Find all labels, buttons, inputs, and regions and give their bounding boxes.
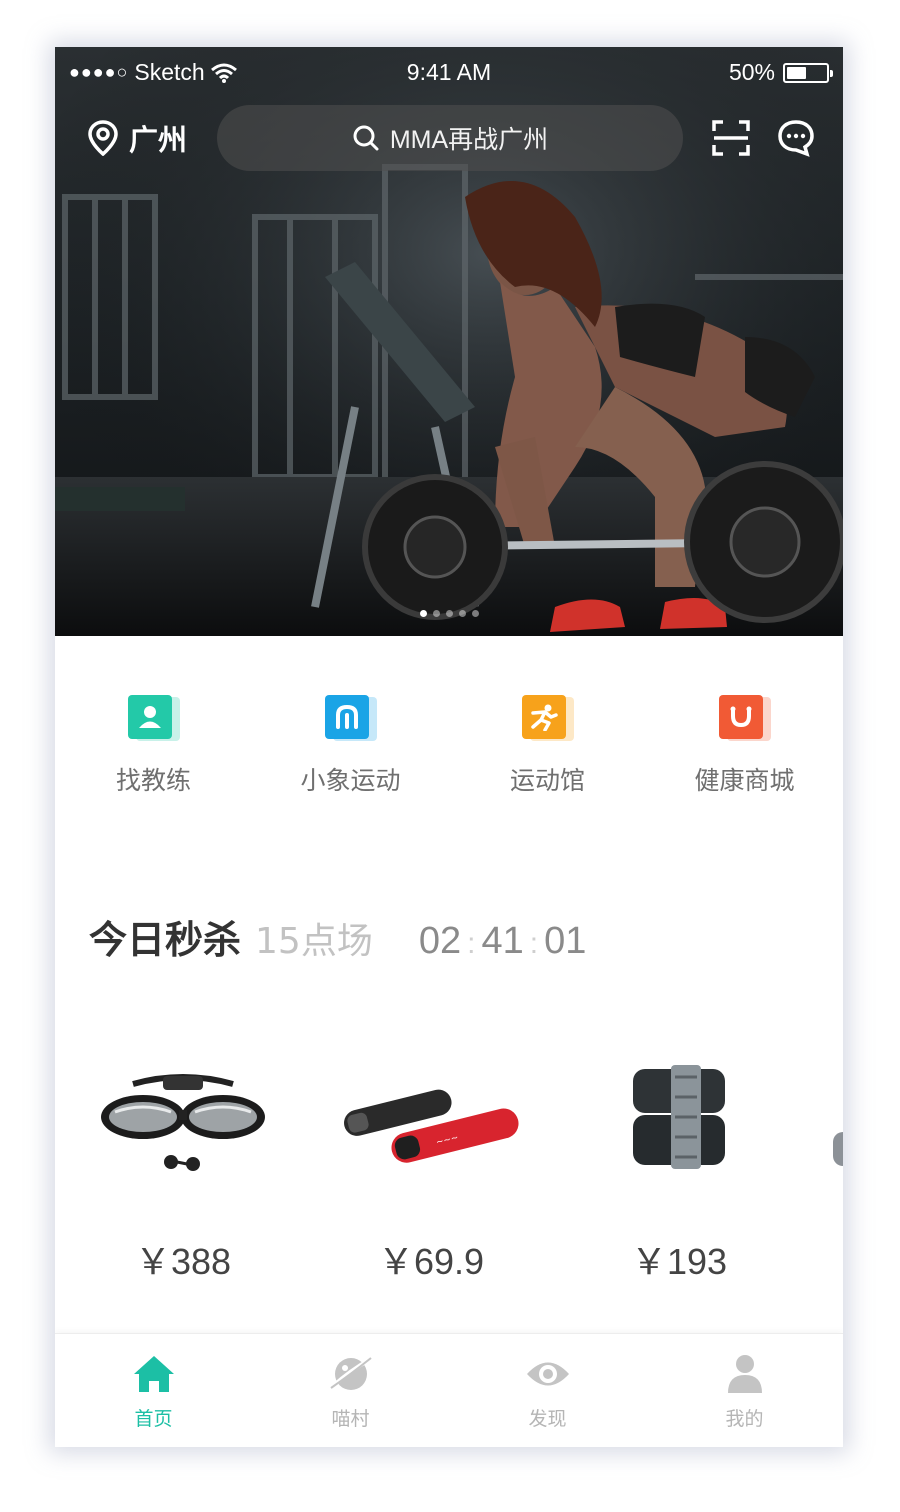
flash-sale-title: 今日秒杀 bbox=[89, 918, 242, 962]
product-image bbox=[579, 1047, 779, 1197]
goggles-image bbox=[101, 1074, 265, 1171]
gym-runner-icon bbox=[521, 695, 566, 739]
screen-background: ●●●●○ Sketch 9:41 AM 50% 广州 MMA再战广州 找教练 … bbox=[0, 0, 900, 1512]
battery-percent: 50% bbox=[728, 59, 775, 85]
phone-frame: ●●●●○ Sketch 9:41 AM 50% 广州 MMA再战广州 找教练 … bbox=[55, 47, 843, 1447]
status-bar: ●●●●○ Sketch 9:41 AM 50% bbox=[55, 47, 843, 99]
category-grid: 找教练 小象运动 运动馆 健康商城 bbox=[55, 695, 843, 805]
scan-icon[interactable] bbox=[711, 119, 751, 157]
flash-sale-products: ￥388 ~~~ ￥69.9 ￥193 bbox=[55, 1047, 843, 1287]
ankle-weights-image bbox=[633, 1065, 725, 1169]
tab-home[interactable]: 首页 bbox=[55, 1334, 252, 1447]
top-navigation: 广州 MMA再战广州 bbox=[55, 105, 843, 171]
category-label: 运动馆 bbox=[509, 766, 585, 795]
countdown-separator: : bbox=[467, 927, 476, 960]
tab-label: 首页 bbox=[134, 1408, 173, 1430]
product-price: ￥388 bbox=[134, 1241, 232, 1282]
flash-sale-header[interactable]: 今日秒杀 15点场 02:41:01 bbox=[89, 909, 586, 965]
next-product-peek[interactable] bbox=[833, 1132, 843, 1166]
search-bar[interactable]: MMA再战广州 bbox=[217, 105, 683, 171]
tab-village[interactable]: 喵村 bbox=[252, 1334, 449, 1447]
city-label: 广州 bbox=[129, 123, 188, 157]
countdown-timer: 02:41:01 bbox=[419, 920, 587, 963]
category-coach[interactable]: 找教练 bbox=[55, 695, 252, 797]
tab-bar: 首页 喵村 发现 我的 bbox=[55, 1333, 843, 1447]
countdown-minutes: 41 bbox=[481, 920, 524, 962]
pager-dot[interactable] bbox=[419, 610, 427, 617]
product-price: ￥193 bbox=[630, 1241, 728, 1282]
flash-sale-session: 15点场 bbox=[255, 921, 373, 962]
pager-dot[interactable] bbox=[471, 610, 479, 617]
elephant-sport-icon bbox=[324, 695, 369, 739]
tab-label: 我的 bbox=[725, 1408, 764, 1430]
product-price: ￥69.9 bbox=[377, 1241, 485, 1282]
location-pin-icon bbox=[88, 120, 118, 156]
message-icon[interactable] bbox=[777, 119, 815, 157]
battery-level bbox=[787, 66, 806, 79]
tab-discover[interactable]: 发现 bbox=[449, 1334, 646, 1447]
user-icon bbox=[727, 1355, 762, 1393]
product-card-barbell-pad[interactable]: ~~~ ￥69.9 bbox=[331, 1047, 531, 1285]
product-card-ankle-weights[interactable]: ￥193 bbox=[579, 1047, 779, 1285]
category-health-shop[interactable]: 健康商城 bbox=[646, 695, 843, 797]
product-image bbox=[83, 1047, 283, 1197]
category-label: 健康商城 bbox=[694, 766, 795, 795]
product-card-goggles[interactable]: ￥388 bbox=[83, 1047, 283, 1285]
hero-banner[interactable]: ●●●●○ Sketch 9:41 AM 50% 广州 MMA再战广州 bbox=[55, 47, 843, 636]
tab-mine[interactable]: 我的 bbox=[646, 1334, 843, 1447]
tab-label: 发现 bbox=[528, 1408, 567, 1430]
pager-dot[interactable] bbox=[458, 610, 466, 617]
category-elephant-sport[interactable]: 小象运动 bbox=[252, 695, 449, 797]
eye-icon bbox=[526, 1362, 569, 1386]
countdown-hours: 02 bbox=[418, 920, 462, 962]
countdown-seconds: 01 bbox=[544, 920, 587, 962]
product-image: ~~~ bbox=[331, 1047, 531, 1197]
search-icon bbox=[353, 125, 379, 151]
banner-pager[interactable] bbox=[55, 610, 843, 617]
status-right: 50% bbox=[728, 59, 833, 86]
coach-icon bbox=[127, 695, 172, 739]
planet-icon bbox=[329, 1357, 372, 1390]
pager-dot[interactable] bbox=[432, 610, 440, 617]
search-text: MMA再战广州 bbox=[389, 126, 549, 154]
countdown-separator: : bbox=[529, 927, 539, 960]
city-selector[interactable]: 广州 bbox=[87, 117, 187, 159]
status-time: 9:41 AM bbox=[406, 59, 492, 85]
category-label: 小象运动 bbox=[300, 766, 401, 795]
barbell-pad-image: ~~~ bbox=[344, 1089, 519, 1163]
pager-dot[interactable] bbox=[445, 610, 453, 617]
home-icon bbox=[133, 1356, 174, 1392]
battery-icon bbox=[783, 62, 833, 83]
category-gym[interactable]: 运动馆 bbox=[449, 695, 646, 797]
category-label: 找教练 bbox=[115, 766, 191, 795]
shop-bag-icon bbox=[718, 695, 763, 739]
tab-label: 喵村 bbox=[331, 1408, 370, 1430]
